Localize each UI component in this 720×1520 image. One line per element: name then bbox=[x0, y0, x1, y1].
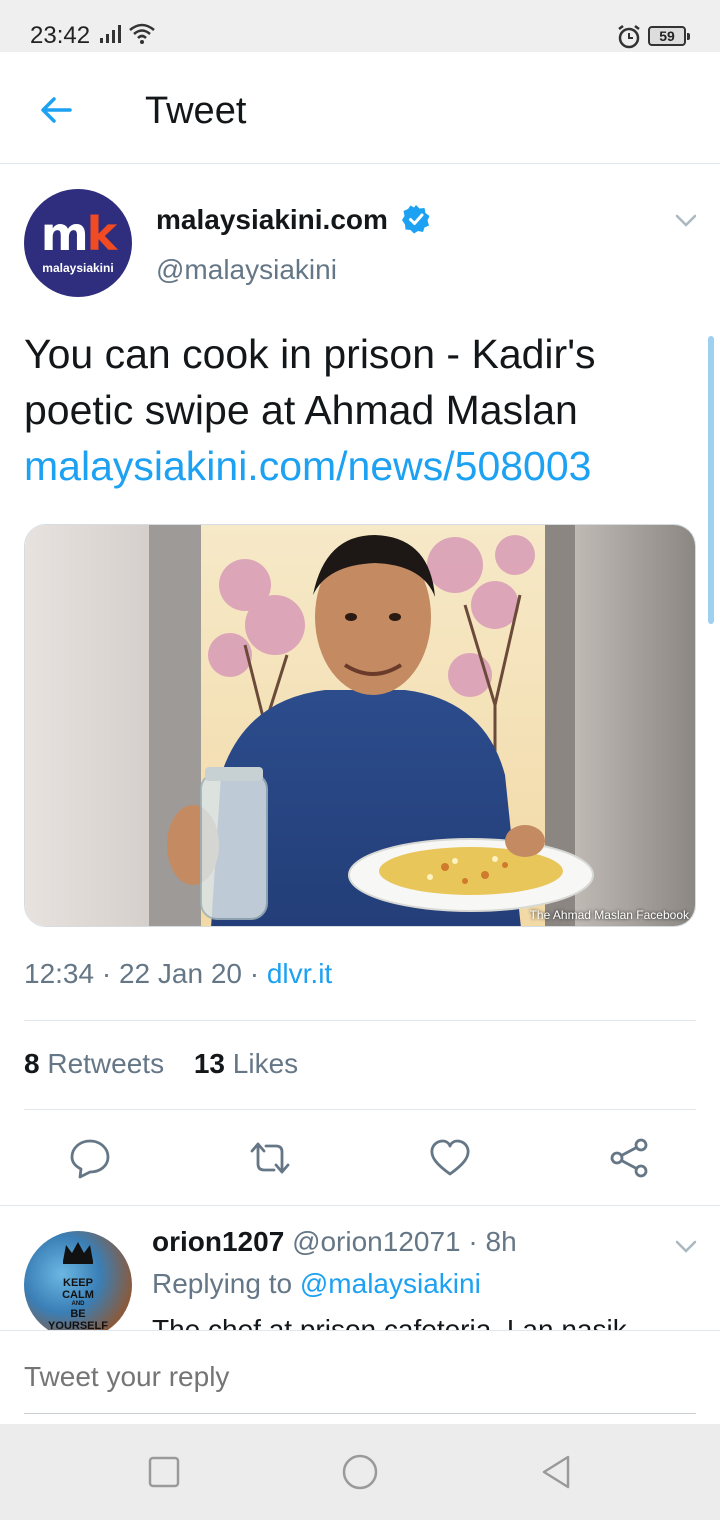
photo-credit: The Ahmad Maslan Facebook bbox=[529, 908, 689, 922]
header: Tweet bbox=[0, 52, 720, 164]
tweet-text-line: poetic swipe at Ahmad Maslan bbox=[24, 387, 578, 433]
tweet-text: You can cook in prison - Kadir's poetic … bbox=[24, 326, 696, 494]
avatar-text: KEEP CALM AND BE YOURSELF bbox=[24, 1277, 132, 1332]
tweet-source-link[interactable]: dlvr.it bbox=[267, 958, 332, 989]
replying-to: Replying to @malaysiakini bbox=[152, 1268, 481, 1300]
divider bbox=[24, 1020, 696, 1021]
page-title: Tweet bbox=[145, 90, 247, 132]
tweet-photo[interactable]: The Ahmad Maslan Facebook bbox=[24, 524, 696, 927]
avatar[interactable]: mk malaysiakini bbox=[24, 189, 132, 297]
scrollbar[interactable] bbox=[708, 336, 714, 624]
likes-count: 13 bbox=[193, 1048, 226, 1079]
reply-author-name[interactable]: orion1207 bbox=[152, 1226, 284, 1257]
retweets-count: 8 bbox=[24, 1048, 40, 1079]
verified-badge-icon bbox=[402, 205, 430, 234]
divider bbox=[24, 1109, 696, 1110]
crown-icon bbox=[63, 1242, 93, 1264]
status-time: 23:42 bbox=[30, 22, 91, 49]
home-icon[interactable] bbox=[340, 1452, 380, 1492]
mention-link[interactable]: @malaysiakini bbox=[300, 1268, 481, 1299]
retweets-label: Retweets bbox=[47, 1048, 165, 1079]
author-handle[interactable]: @malaysiakini bbox=[156, 254, 337, 286]
tweet-date: 22 Jan 20 bbox=[118, 958, 242, 989]
avatar-text-line: KEEP bbox=[63, 1277, 93, 1289]
share-icon[interactable] bbox=[608, 1136, 652, 1180]
avatar-text-line: CALM bbox=[62, 1289, 94, 1301]
alarm-icon bbox=[618, 25, 640, 49]
retweets-stat[interactable]: 8 Retweets bbox=[24, 1048, 164, 1080]
wifi-icon bbox=[129, 23, 155, 44]
input-underline bbox=[24, 1413, 696, 1414]
reply-icon[interactable] bbox=[68, 1136, 112, 1180]
divider bbox=[0, 1205, 720, 1206]
avatar-label: malaysiakini bbox=[42, 261, 114, 275]
avatar-text-line: AND bbox=[71, 1301, 85, 1307]
separator: · bbox=[101, 958, 112, 989]
reply-avatar[interactable]: KEEP CALM AND BE YOURSELF bbox=[24, 1231, 132, 1339]
battery-icon: 59 bbox=[648, 26, 690, 46]
reply-text: The chef at prison cafeteria. Lan nasik bbox=[152, 1314, 627, 1330]
tweet-text-line: You can cook in prison - Kadir's bbox=[24, 331, 596, 377]
retweet-icon[interactable] bbox=[248, 1136, 292, 1180]
logo-k: k bbox=[86, 207, 118, 261]
chevron-down-icon[interactable] bbox=[672, 206, 700, 234]
status-bar: 23:42 59 bbox=[0, 0, 720, 52]
avatar-text-line: BE bbox=[70, 1308, 86, 1320]
likes-label: Likes bbox=[232, 1048, 299, 1079]
author-name[interactable]: malaysiakini.com bbox=[156, 204, 388, 236]
signal-icon bbox=[100, 25, 121, 43]
logo-m: m bbox=[40, 207, 89, 261]
back-nav-icon[interactable] bbox=[536, 1452, 576, 1492]
chevron-down-icon[interactable] bbox=[672, 1232, 700, 1260]
reply-header: orion1207 @orion12071 · 8h bbox=[152, 1226, 517, 1258]
reply-author-handle[interactable]: @orion12071 bbox=[292, 1226, 461, 1257]
tweet-stats: 8 Retweets 13 Likes bbox=[24, 1048, 320, 1080]
tweet-meta: 12:34 · 22 Jan 20 · dlvr.it bbox=[24, 958, 332, 990]
separator: · bbox=[249, 958, 260, 989]
recents-icon[interactable] bbox=[144, 1452, 184, 1492]
replying-prefix: Replying to bbox=[152, 1268, 293, 1299]
reply-composer bbox=[0, 1330, 720, 1424]
like-icon[interactable] bbox=[428, 1136, 472, 1180]
arrow-left-icon[interactable] bbox=[36, 90, 76, 130]
logo: mk bbox=[24, 207, 132, 261]
navigation-bar bbox=[0, 1424, 720, 1520]
tweet-link[interactable]: malaysiakini.com/news/508003 bbox=[24, 438, 696, 494]
tweet-time: 12:34 bbox=[24, 958, 95, 989]
reply-input[interactable] bbox=[24, 1361, 696, 1393]
reply-age: · 8h bbox=[468, 1226, 517, 1257]
likes-stat[interactable]: 13 Likes bbox=[194, 1048, 298, 1080]
